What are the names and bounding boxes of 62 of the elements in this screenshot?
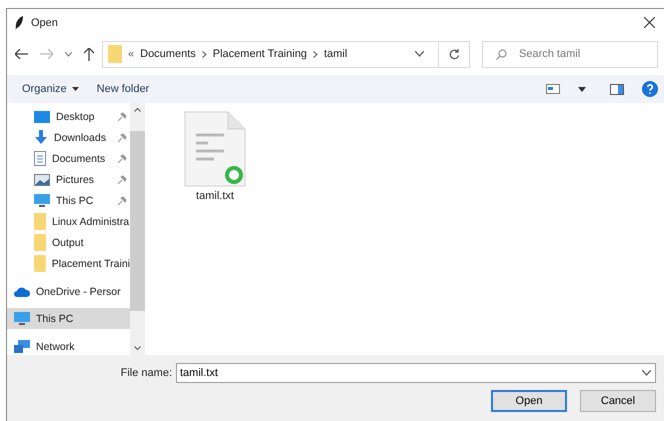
pin-icon[interactable] — [118, 112, 127, 121]
folder-icon — [34, 234, 46, 251]
caret-icon[interactable] — [72, 87, 79, 92]
sidebar-item[interactable]: Output — [7, 232, 130, 253]
download-arrow-icon — [34, 130, 48, 145]
feather-icon — [14, 16, 24, 30]
sidebar-item[interactable]: Linux Administra — [7, 211, 130, 232]
window-title: Open — [31, 16, 58, 28]
cancel-button[interactable]: Cancel — [580, 390, 656, 412]
sidebar-item[interactable]: OneDrive - Persor — [7, 281, 130, 302]
sidebar-item[interactable]: This PC — [7, 190, 130, 211]
search-field[interactable]: Search tamil — [482, 40, 658, 68]
desktop-icon — [34, 110, 50, 122]
caret-icon[interactable] — [578, 86, 586, 92]
back-arrow-icon[interactable] — [15, 49, 28, 59]
scrollbar[interactable] — [130, 103, 145, 355]
file-name-field[interactable]: tamil.txt — [176, 363, 656, 383]
folder-icon — [34, 255, 46, 272]
breadcrumb[interactable]: tamil — [324, 48, 348, 60]
preview-pane-icon[interactable] — [610, 84, 624, 94]
sidebar-item[interactable]: Network — [7, 336, 130, 357]
organize-menu[interactable]: Organize — [22, 83, 79, 95]
network-icon — [14, 340, 30, 353]
open-button[interactable]: Open — [491, 390, 567, 412]
sidebar-item[interactable]: Downloads — [7, 127, 130, 148]
chevron-right-icon[interactable] — [202, 50, 207, 58]
breadcrumb[interactable]: Documents — [140, 48, 196, 60]
folder-icon — [108, 45, 122, 63]
scroll-up-icon[interactable] — [134, 108, 141, 112]
breadcrumb[interactable]: Placement Training — [212, 48, 307, 60]
help-icon[interactable] — [642, 81, 658, 97]
text-file-icon — [184, 111, 246, 187]
sidebar-item[interactable]: Placement Traini — [7, 253, 130, 274]
address-bar[interactable]: « Documents Placement Training tamil — [102, 40, 470, 68]
computer-icon — [34, 194, 50, 208]
view-icon[interactable] — [546, 84, 560, 94]
new-folder-button[interactable]: New folder — [96, 83, 150, 95]
chevron-right-icon[interactable] — [312, 50, 318, 58]
pin-icon[interactable] — [118, 175, 127, 184]
file-item[interactable]: tamil.txt — [175, 111, 255, 202]
pin-icon[interactable] — [118, 133, 127, 142]
close-icon[interactable] — [644, 17, 655, 28]
up-arrow-icon[interactable] — [84, 48, 94, 60]
chevron-down-icon[interactable] — [642, 370, 651, 376]
sidebar-item[interactable]: This PC — [7, 308, 130, 329]
computer-icon — [14, 312, 30, 326]
file-name-label: File name: — [120, 367, 172, 379]
scroll-down-icon[interactable] — [134, 346, 141, 350]
refresh-icon — [448, 48, 460, 60]
picture-icon — [34, 174, 50, 186]
pin-icon[interactable] — [118, 196, 127, 205]
sidebar-item[interactable]: Pictures — [7, 169, 130, 190]
sidebar-item[interactable]: Desktop — [7, 106, 130, 127]
folder-icon — [34, 213, 46, 230]
sidebar-item[interactable]: Documents — [7, 148, 130, 169]
pin-icon[interactable] — [118, 154, 127, 163]
search-icon — [496, 48, 507, 60]
document-icon — [34, 151, 46, 166]
chevron-down-icon[interactable] — [415, 51, 424, 57]
cloud-icon — [14, 286, 30, 296]
overflow-chevron[interactable]: « — [128, 48, 134, 60]
chevron-down-icon[interactable] — [65, 52, 72, 56]
